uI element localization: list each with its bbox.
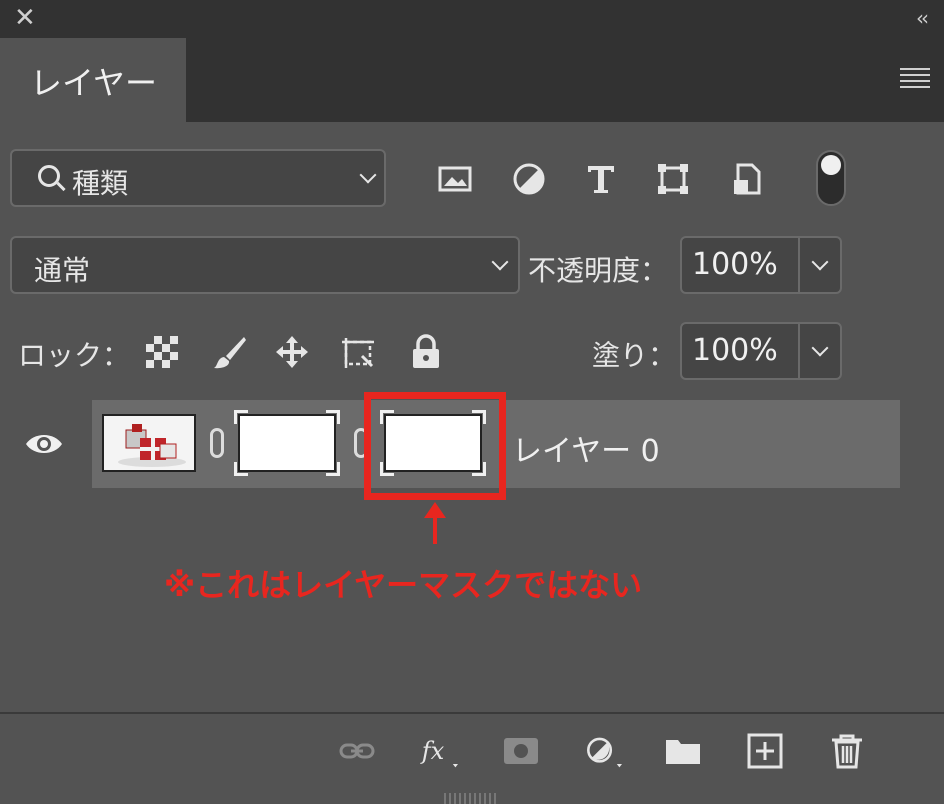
lock-all-icon[interactable] (408, 334, 444, 370)
layers-bottom-toolbar: fx (0, 712, 944, 790)
arrow-shaft (433, 514, 437, 544)
mask-thumbnail-1[interactable] (234, 410, 340, 476)
folder-icon[interactable] (664, 732, 702, 770)
opacity-field[interactable]: 100% (680, 236, 842, 294)
chevron-down-icon (491, 253, 509, 271)
lock-artboard-icon[interactable] (340, 334, 376, 370)
filter-kind-value: 種類 (72, 167, 129, 200)
fx-icon[interactable]: fx (420, 732, 458, 770)
toggle-knob (821, 155, 841, 175)
annotation-text: ※これはレイヤーマスクではない (164, 566, 643, 604)
layer-name[interactable]: レイヤー 0 (512, 426, 660, 470)
filter-kind-select[interactable]: 種類 (10, 149, 386, 207)
type-filter-icon[interactable] (584, 162, 618, 196)
eye-icon (26, 435, 62, 453)
blend-mode-select[interactable]: 通常 (10, 236, 520, 294)
tab-layers[interactable]: レイヤー (0, 38, 186, 122)
tab-layers-label: レイヤー (30, 64, 158, 102)
collapse-icon[interactable]: ‹‹ (916, 6, 929, 30)
svg-text:fx: fx (420, 737, 445, 765)
chevron-down-icon[interactable] (811, 339, 829, 357)
blend-mode-value: 通常 (34, 254, 91, 287)
image-filter-icon[interactable] (438, 162, 472, 196)
link-layers-icon[interactable] (338, 732, 376, 770)
fill-label: 塗り： (592, 339, 677, 372)
tab-row: レイヤー (0, 38, 944, 122)
add-mask-icon[interactable] (502, 732, 540, 770)
chevron-down-icon[interactable] (811, 253, 829, 271)
adjustment-layer-icon[interactable] (584, 732, 622, 770)
fill-field[interactable]: 100% (680, 322, 842, 380)
layer-thumbnail[interactable] (102, 414, 196, 472)
panel-titlebar: ✕ ‹‹ (0, 0, 944, 38)
new-layer-icon[interactable] (746, 732, 784, 770)
adjustment-filter-icon[interactable] (512, 162, 546, 196)
fill-value: 100% (692, 333, 778, 368)
layers-panel: 種類 通常 不透明度： 100% ロック： 塗り： 100% レイヤー 0 ※こ… (0, 122, 944, 804)
layer-visibility-toggle[interactable] (0, 400, 90, 488)
close-icon[interactable]: ✕ (14, 5, 36, 31)
resize-grip[interactable] (444, 790, 500, 804)
panel-menu-icon[interactable] (900, 68, 930, 88)
lock-transparent-pixels-icon[interactable] (144, 334, 180, 370)
lock-image-pixels-icon[interactable] (212, 334, 248, 370)
filter-toggle[interactable] (816, 150, 846, 206)
lock-label: ロック： (18, 339, 131, 372)
highlight-box (364, 392, 506, 500)
search-icon (38, 165, 60, 187)
link-icon[interactable] (210, 428, 224, 458)
opacity-label: 不透明度： (528, 254, 669, 287)
shape-filter-icon[interactable] (656, 162, 690, 196)
gift-box-image (104, 416, 194, 470)
trash-icon[interactable] (828, 732, 866, 770)
lock-position-icon[interactable] (274, 334, 310, 370)
smart-object-filter-icon[interactable] (730, 162, 764, 196)
opacity-value: 100% (692, 247, 778, 282)
chevron-down-icon (359, 166, 377, 184)
